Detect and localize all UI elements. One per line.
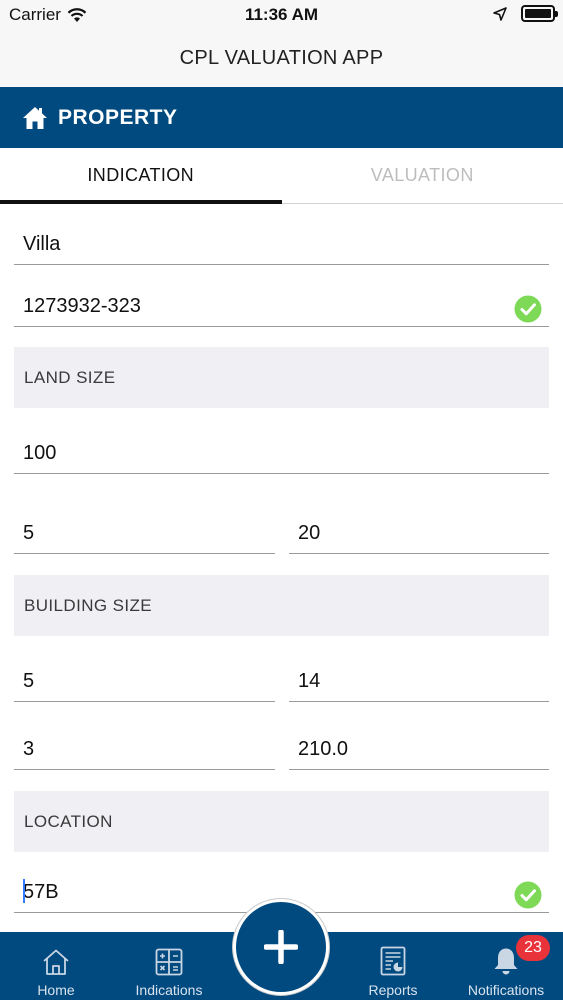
plus-icon [264,930,298,964]
tab-home-label: Home [37,982,75,998]
calculator-icon [155,948,183,976]
building-size-b-field[interactable]: 14 [289,652,549,702]
tab-reports-label: Reports [368,982,418,998]
land-size-b-value: 20 [298,522,321,544]
building-size-a-value: 5 [23,670,35,692]
property-id-field[interactable]: 1273932-323 [14,277,549,327]
tab-notifications[interactable]: Notifications 23 [456,932,556,1000]
building-size-a-field[interactable]: 5 [14,652,275,702]
check-circle-icon [514,295,542,323]
add-button[interactable] [233,899,329,995]
segment-tabs: INDICATION VALUATION [0,148,563,204]
tab-reports[interactable]: Reports [343,932,443,1000]
land-size-heading: LAND SIZE [14,347,549,408]
app-title: CPL VALUATION APP [179,47,384,69]
home-outline-icon [43,949,69,975]
status-right [493,5,558,22]
report-icon [380,946,406,976]
land-size-a-field[interactable]: 5 [14,504,275,554]
status-time: 11:36 AM [244,5,319,24]
location-heading: LOCATION [14,791,549,852]
property-id-value: 1273932-323 [23,295,141,317]
tab-indications[interactable]: Indications [119,932,219,1000]
land-size-field[interactable]: 100 [14,424,549,474]
tab-home[interactable]: Home [6,932,106,1000]
property-type-value: Villa [23,233,61,255]
land-size-a-value: 5 [23,522,35,544]
tab-valuation[interactable]: VALUATION [282,148,563,203]
section-title: PROPERTY [58,105,178,129]
battery-fill [525,9,551,18]
property-type-field[interactable]: Villa [14,215,549,265]
building-size-d-value: 210.0 [298,738,349,760]
text-cursor [23,879,25,903]
navigation-bar: CPL VALUATION APP [0,30,563,87]
section-header: PROPERTY [0,87,563,148]
land-size-b-field[interactable]: 20 [289,504,549,554]
building-size-c-value: 3 [23,738,35,760]
building-size-heading: BUILDING SIZE [14,575,549,636]
building-size-c-field[interactable]: 3 [14,720,275,770]
battery-icon [521,5,558,22]
land-size-value: 100 [23,442,57,464]
building-size-b-value: 14 [298,670,321,692]
location-value: 57B [23,881,59,903]
home-icon [23,106,47,129]
status-bar: Carrier 11:36 AM [0,0,563,30]
building-size-d-field[interactable]: 210.0 [289,720,549,770]
tab-notifications-label: Notifications [467,982,545,998]
location-arrow-icon [493,6,507,21]
tab-indications-label: Indications [135,982,203,998]
check-circle-icon [514,881,542,909]
tab-indication[interactable]: INDICATION [0,148,282,204]
notification-badge: 23 [516,935,550,961]
